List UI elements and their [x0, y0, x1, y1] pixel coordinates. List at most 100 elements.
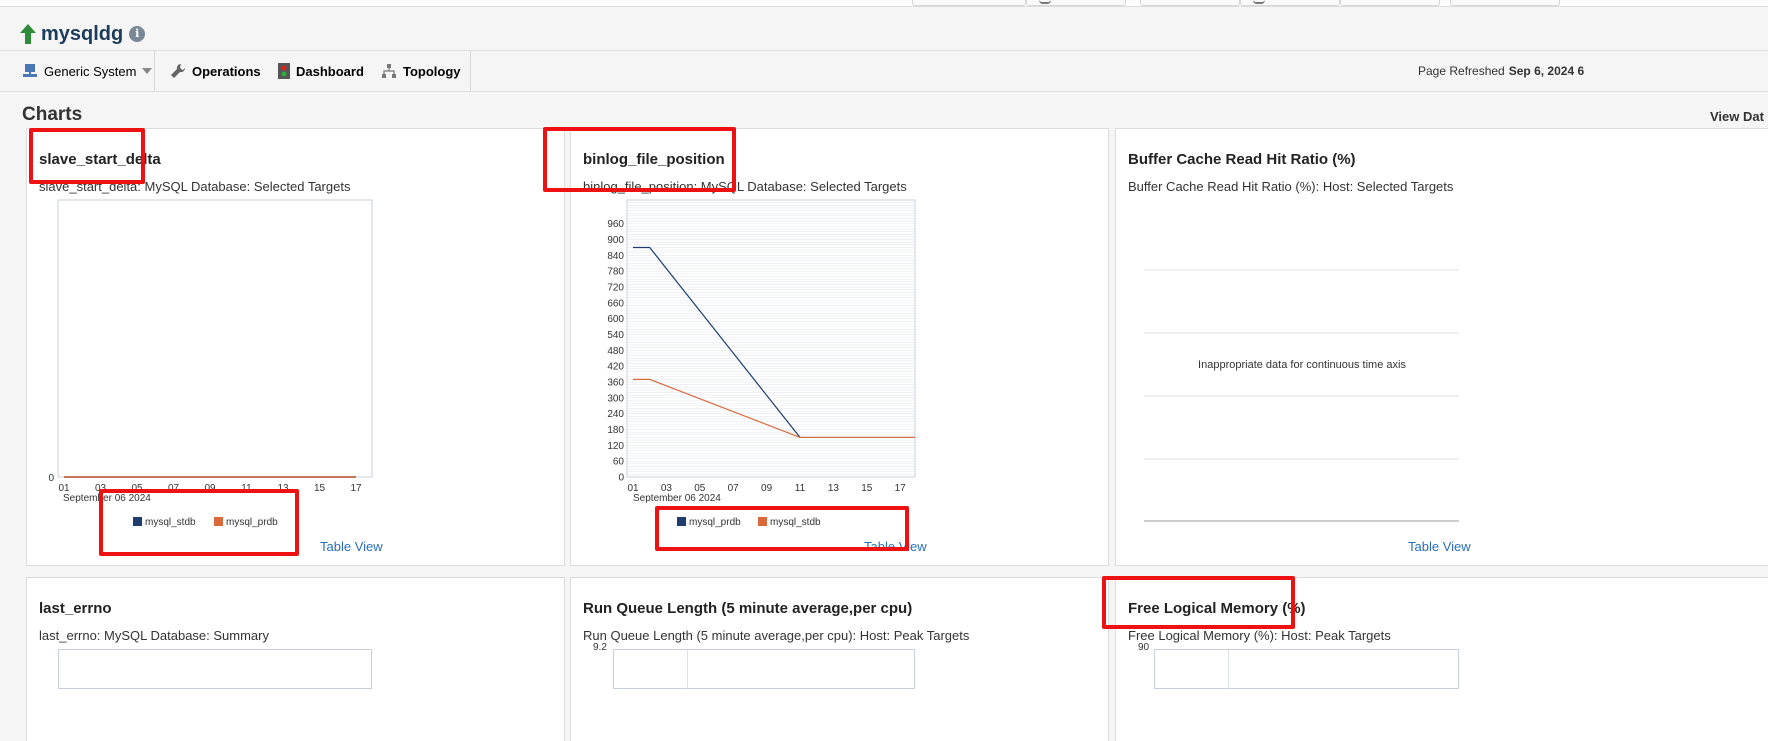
chart-plot-area — [613, 649, 915, 689]
y-tick-label: 780 — [607, 267, 624, 278]
grid-line — [687, 649, 688, 689]
system-icon — [23, 64, 37, 77]
chart-panel: last_errno last_errno: MySQL Database: S… — [26, 577, 565, 741]
title-row: mysqldg i — [20, 20, 146, 48]
page-refreshed: Page Refreshed Sep 6, 2024 6 — [1418, 51, 1584, 91]
y-tick-label: 9.2 — [593, 642, 607, 653]
grid-line — [1228, 649, 1229, 689]
x-tick-label: 09 — [761, 483, 773, 494]
wrench-icon — [171, 63, 186, 78]
x-axis-label: September 06 2024 — [63, 493, 151, 504]
y-tick-label: 240 — [607, 409, 624, 420]
table-view-link[interactable]: Table View — [864, 539, 927, 554]
chart-subtitle: last_errno: MySQL Database: Summary — [39, 628, 269, 643]
status-up-arrow-icon — [20, 24, 36, 44]
chart-plot-area — [58, 649, 372, 689]
plot-area — [57, 199, 373, 478]
chart-title: Run Queue Length (5 minute average,per c… — [583, 600, 913, 617]
x-tick-label: 13 — [277, 483, 289, 494]
chart-slave-start-delta: 001 03 05 07 09 11 13 15 17September 06 2024mysq… — [48, 199, 373, 528]
generic-system-menu[interactable]: Generic System — [22, 51, 153, 91]
chart-binlog-file-position: 0 60 120 180 240 300 360 420 480 540 600 660 720 780 8… — [607, 199, 916, 528]
table-view-link[interactable]: Table View — [1408, 539, 1471, 554]
legend-label: mysql_stdb — [145, 517, 196, 528]
chart-panel: slave_start_delta slave_start_delta: MyS… — [26, 128, 565, 566]
chart-panel: binlog_file_position binlog_file_positio… — [570, 128, 1109, 566]
refresh-value: Sep 6, 2024 6 — [1508, 64, 1585, 78]
legend-label: mysql_stdb — [770, 517, 821, 528]
refresh-label: Page Refreshed — [1418, 64, 1505, 78]
dashboard-label: Dashboard — [296, 63, 364, 79]
topology-menu[interactable]: Topology — [381, 51, 461, 91]
x-tick-label: 17 — [350, 483, 362, 494]
y-tick-label: 120 — [607, 441, 624, 452]
y-tick-label: 90 — [1138, 642, 1150, 653]
x-tick-label: 11 — [241, 483, 252, 494]
x-tick-label: 15 — [314, 483, 326, 494]
plot-area — [626, 199, 916, 478]
y-tick-label: 60 — [613, 457, 625, 468]
chart-title: last_errno — [39, 600, 112, 617]
x-tick-label: 15 — [861, 483, 873, 494]
y-tick-label: 660 — [607, 298, 624, 309]
top-tab[interactable] — [1340, 0, 1440, 6]
legend-label: mysql_prdb — [226, 517, 278, 528]
topology-icon — [382, 64, 396, 78]
chart-panel: Run Queue Length (5 minute average,per c… — [570, 577, 1109, 741]
x-axis-label: September 06 2024 — [633, 493, 721, 504]
y-tick-label: 960 — [607, 219, 624, 230]
chart-panel: Buffer Cache Read Hit Ratio (%) Buffer C… — [1115, 128, 1768, 566]
legend-swatch — [214, 517, 223, 526]
toolbar-divider — [154, 51, 155, 91]
y-tick-label: 300 — [607, 393, 624, 404]
chevron-down-icon — [142, 68, 153, 74]
table-view-link[interactable]: Table View — [320, 539, 383, 554]
chart-title: Free Logical Memory (%) — [1128, 600, 1306, 617]
top-tab[interactable] — [1140, 0, 1240, 6]
top-tab[interactable] — [1450, 0, 1560, 6]
legend-label: mysql_prdb — [689, 517, 741, 528]
generic-system-label: Generic System — [44, 63, 137, 79]
y-tick-label: 600 — [607, 314, 624, 325]
y-tick-label: 0 — [618, 473, 624, 484]
legend-swatch — [677, 517, 686, 526]
operations-label: Operations — [192, 63, 261, 79]
top-tab[interactable] — [912, 0, 1026, 6]
topology-label: Topology — [403, 63, 461, 79]
dashboard-icon — [278, 63, 290, 79]
y-tick-label: 420 — [607, 362, 624, 373]
x-tick-label: 17 — [895, 483, 907, 494]
page-title: mysqldg — [41, 22, 124, 45]
view-data-link[interactable]: View Dat — [1710, 109, 1764, 124]
legend-swatch — [133, 517, 142, 526]
y-tick-label: 900 — [607, 235, 624, 246]
y-tick-label: 540 — [607, 330, 624, 341]
chart-message: Inappropriate data for continuous time a… — [1198, 359, 1406, 371]
y-tick-label: 840 — [607, 251, 624, 262]
toolbar-divider — [470, 51, 471, 91]
x-tick-label: 07 — [728, 483, 740, 494]
y-tick-label: 720 — [607, 283, 624, 294]
chart-panel: Free Logical Memory (%) Free Logical Mem… — [1115, 577, 1768, 741]
toolbar: Generic System Operations Dashboard Topo… — [0, 50, 1768, 92]
chart-subtitle: Free Logical Memory (%): Host: Peak Targ… — [1128, 628, 1391, 643]
y-tick-label: 480 — [607, 346, 624, 357]
top-tab[interactable] — [1026, 0, 1126, 6]
chart-subtitle: Run Queue Length (5 minute average,per c… — [583, 628, 970, 643]
y-tick-label: 180 — [607, 425, 624, 436]
y-tick-label: 0 — [48, 473, 54, 484]
section-title: Charts — [22, 104, 83, 125]
chart-plot-area — [1154, 649, 1459, 689]
dashboard-menu[interactable]: Dashboard — [278, 51, 364, 91]
y-tick-label: 360 — [607, 378, 624, 389]
info-icon[interactable]: i — [129, 26, 146, 42]
chart-buffer-cache: Inappropriate data for continuous time a… — [1144, 269, 1459, 522]
legend-swatch — [758, 517, 767, 526]
top-tab[interactable] — [1240, 0, 1340, 6]
x-tick-label: 09 — [204, 483, 216, 494]
top-tab-strip — [0, 0, 1768, 7]
x-tick-label: 07 — [168, 483, 180, 494]
x-tick-label: 13 — [828, 483, 840, 494]
x-tick-label: 11 — [795, 483, 806, 494]
operations-menu[interactable]: Operations — [170, 51, 261, 91]
